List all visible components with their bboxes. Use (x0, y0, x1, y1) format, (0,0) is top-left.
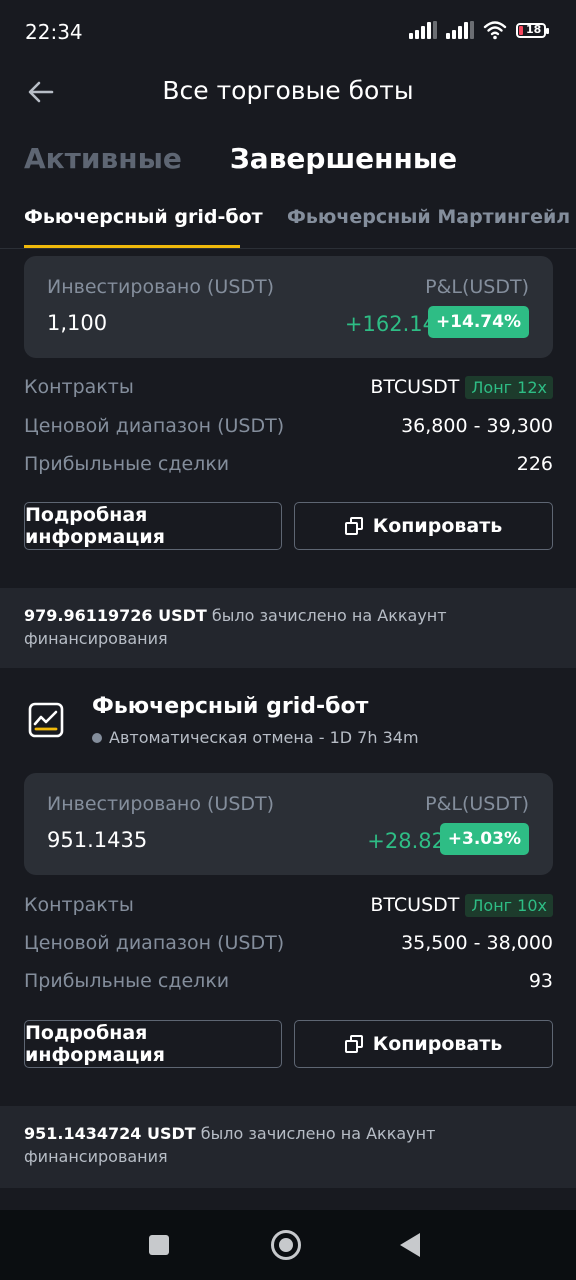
recents-icon[interactable] (149, 1235, 169, 1255)
invested-value: 951.1435 (47, 828, 148, 852)
price-range-label: Ценовой диапазон (USDT) (24, 932, 285, 954)
details-button[interactable]: Подробная информация (24, 1020, 282, 1068)
contract-symbol: BTCUSDT (370, 894, 460, 916)
profitable-trades-label: Прибыльные сделки (24, 453, 230, 475)
invested-label: Инвестировано (USDT) (47, 276, 275, 298)
bot-2-price-range-row: Ценовой диапазон (USDT) 35,500 - 38,000 (24, 932, 553, 962)
battery-icon: 18 (516, 22, 549, 38)
bot-2-summary-card: Инвестировано (USDT) 951.1435 P&L(USDT) … (24, 773, 553, 875)
signal-icon-2 (446, 21, 474, 39)
price-range-value: 35,500 - 38,000 (401, 932, 553, 954)
signal-icon (409, 21, 437, 39)
details-button[interactable]: Подробная информация (24, 502, 282, 550)
bot-1-profitable-trades-row: Прибыльные сделки 226 (24, 453, 553, 483)
details-button-label: Подробная информация (25, 1022, 165, 1066)
copy-button[interactable]: Копировать (294, 1020, 553, 1068)
pnl-label: P&L(USDT) (425, 276, 529, 298)
copy-icon (344, 1035, 363, 1053)
invested-value: 1,100 (47, 311, 108, 335)
tab-futures-grid-bot[interactable]: Фьючерсный grid-бот (24, 206, 263, 228)
copy-button[interactable]: Копировать (294, 502, 553, 550)
details-button-label: Подробная информация (25, 504, 165, 548)
pnl-percent-badge: +14.74% (427, 306, 529, 338)
bot-1-contracts-row: Контракты BTCUSDT Лонг 12x (24, 376, 553, 406)
profitable-trades-value: 93 (528, 970, 553, 992)
copy-button-label: Копировать (372, 1033, 503, 1055)
pnl-value: +162.14 (344, 312, 436, 336)
price-range-label: Ценовой диапазон (USDT) (24, 415, 285, 437)
system-nav-bar (0, 1210, 576, 1280)
bot-2-title: Фьючерсный grid-бот (92, 694, 369, 719)
bot-1-price-range-row: Ценовой диапазон (USDT) 36,800 - 39,300 (24, 415, 553, 445)
bot-2-status-text: Автоматическая отмена - 1D 7h 34m (109, 728, 419, 747)
pnl-value: +28.82 (367, 829, 445, 853)
price-range-value: 36,800 - 39,300 (401, 415, 553, 437)
status-time: 22:34 (25, 20, 83, 44)
status-bar: 22:34 18 (0, 0, 576, 64)
sub-tabs: Фьючерсный grid-бот Фьючерсный Мартингей… (0, 196, 576, 249)
bot-2-status: Автоматическая отмена - 1D 7h 34m (92, 728, 419, 747)
pnl-percent-badge: +3.03% (439, 823, 529, 855)
profitable-trades-label: Прибыльные сделки (24, 970, 230, 992)
contracts-label: Контракты (24, 376, 134, 398)
profitable-trades-value: 226 (516, 453, 553, 475)
header: Все торговые боты (0, 64, 576, 120)
contract-symbol: BTCUSDT (370, 376, 460, 398)
copy-button-label: Копировать (372, 515, 503, 537)
main-tabs: Активные Завершенные (24, 142, 457, 175)
grid-bot-icon (28, 702, 64, 738)
copy-icon (344, 517, 363, 535)
tab-completed[interactable]: Завершенные (230, 142, 457, 175)
credited-amount: 951.1434724 USDT (24, 1124, 196, 1143)
credited-notice: 951.1434724 USDT было зачислено на Аккау… (0, 1106, 576, 1188)
bot-2-profitable-trades-row: Прибыльные сделки 93 (24, 970, 553, 1000)
status-dot-icon (92, 732, 102, 743)
active-tab-indicator (24, 245, 240, 248)
home-icon[interactable] (271, 1230, 301, 1260)
tab-active[interactable]: Активные (24, 142, 182, 175)
leverage-tag: Лонг 10x (465, 894, 553, 917)
wifi-icon (483, 21, 507, 40)
pnl-label: P&L(USDT) (425, 793, 529, 815)
status-icons: 18 (409, 20, 549, 40)
leverage-tag: Лонг 12x (465, 376, 553, 399)
page-title: Все торговые боты (162, 76, 414, 105)
bot-1-summary-card: Инвестировано (USDT) 1,100 P&L(USDT) +16… (24, 256, 553, 358)
credited-amount: 979.96119726 USDT (24, 606, 207, 625)
credited-notice: 979.96119726 USDT было зачислено на Акка… (0, 588, 576, 668)
contracts-label: Контракты (24, 894, 134, 916)
back-nav-icon[interactable] (400, 1233, 420, 1257)
bot-2-contracts-row: Контракты BTCUSDT Лонг 10x (24, 894, 553, 924)
invested-label: Инвестировано (USDT) (47, 793, 275, 815)
battery-level: 18 (526, 22, 542, 36)
tab-futures-martingale[interactable]: Фьючерсный Мартингейл (287, 206, 570, 228)
